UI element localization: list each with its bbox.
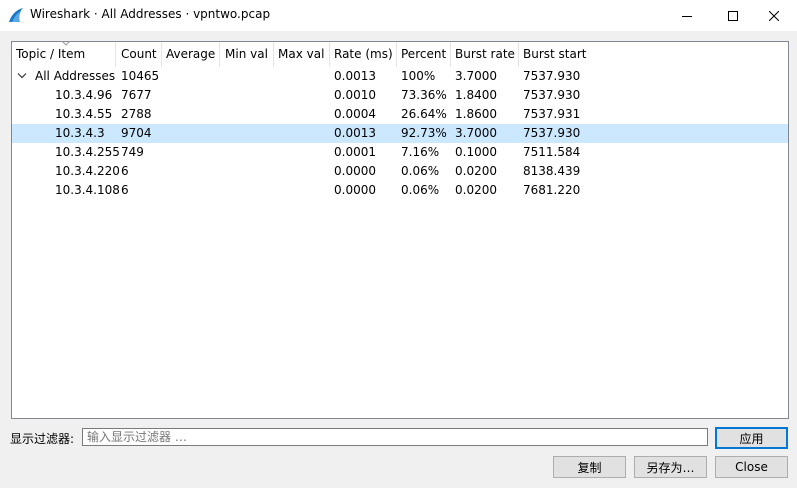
column-label: Topic / Item (16, 47, 86, 61)
cell-count: 6 (121, 183, 129, 197)
cell-min-val (221, 86, 225, 105)
statistics-tree[interactable]: Topic / Item Count Average Min val Max v… (11, 41, 789, 419)
display-filter-input[interactable] (82, 428, 708, 446)
cell-topic: 10.3.4.3 (55, 126, 105, 140)
cell-percent: 92.73% (401, 126, 447, 140)
cell-rate: 0.0013 (334, 69, 376, 83)
maximize-icon (728, 10, 738, 21)
cell-topic: 10.3.4.255 (55, 145, 120, 159)
display-filter-label: 显示过滤器: (10, 432, 75, 446)
cell-min-val (221, 162, 225, 181)
cell-average (162, 86, 166, 105)
cell-count: 9704 (121, 126, 152, 140)
cell-topic: All Addresses (35, 69, 116, 83)
cell-min-val (221, 143, 225, 162)
cell-topic: 10.3.4.55 (55, 107, 113, 121)
cell-max-val (274, 67, 278, 86)
cell-min-val (221, 181, 225, 200)
cell-burst-rate: 0.0200 (455, 183, 497, 197)
close-window-button[interactable] (751, 0, 797, 31)
column-header-topic[interactable]: Topic / Item (12, 41, 116, 67)
sort-caret-icon (62, 41, 70, 46)
cell-topic: 10.3.4.108 (55, 183, 120, 197)
cell-rate: 0.0000 (334, 164, 376, 178)
minimize-icon (682, 15, 692, 17)
cell-burst-start: 7537.930 (523, 69, 581, 83)
cell-max-val (274, 162, 278, 181)
chevron-down-icon[interactable] (17, 72, 27, 80)
cell-max-val (274, 143, 278, 162)
cell-max-val (274, 124, 278, 143)
cell-burst-start: 7681.220 (523, 183, 581, 197)
cell-burst-rate: 3.7000 (455, 69, 497, 83)
cell-burst-rate: 1.8400 (455, 88, 497, 102)
column-header-count[interactable]: Count (117, 42, 162, 67)
cell-rate: 0.0004 (334, 107, 376, 121)
cell-percent: 7.16% (401, 145, 440, 159)
cell-rate: 0.0000 (334, 183, 376, 197)
cell-percent: 26.64% (401, 107, 447, 121)
save-as-button[interactable]: 另存为… (634, 456, 707, 478)
cell-rate: 0.0010 (334, 88, 376, 102)
tree-row[interactable]: 10.3.4.255 749 0.0001 7.16% 0.1000 7511.… (12, 143, 788, 162)
tree-row[interactable]: 10.3.4.55 2788 0.0004 26.64% 1.8600 7537… (12, 105, 788, 124)
column-header-min-val[interactable]: Min val (221, 42, 274, 67)
cell-rate: 0.0001 (334, 145, 376, 159)
cell-average (162, 143, 166, 162)
cell-count: 749 (121, 145, 144, 159)
cell-min-val (221, 67, 225, 86)
cell-average (162, 67, 166, 86)
column-header-burst-rate[interactable]: Burst rate (451, 42, 519, 67)
tree-row[interactable]: 10.3.4.96 7677 0.0010 73.36% 1.8400 7537… (12, 86, 788, 105)
cell-topic: 10.3.4.220 (55, 164, 120, 178)
column-header-percent[interactable]: Percent (397, 42, 451, 67)
column-header-average[interactable]: Average (162, 42, 220, 67)
cell-burst-start: 7511.584 (523, 145, 581, 159)
cell-average (162, 181, 166, 200)
cell-burst-start: 7537.930 (523, 88, 581, 102)
cell-percent: 0.06% (401, 183, 440, 197)
maximize-button[interactable] (710, 0, 756, 31)
apply-filter-button[interactable]: 应用 (715, 427, 788, 449)
copy-button[interactable]: 复制 (553, 456, 626, 478)
cell-burst-rate: 0.1000 (455, 145, 497, 159)
cell-rate: 0.0013 (334, 126, 376, 140)
table-header: Topic / Item Count Average Min val Max v… (12, 41, 788, 67)
window-title: Wireshark · All Addresses · vpntwo.pcap (30, 7, 271, 21)
column-header-max-val[interactable]: Max val (274, 42, 330, 67)
cell-percent: 100% (401, 69, 436, 83)
cell-burst-rate: 1.8600 (455, 107, 497, 121)
cell-topic: 10.3.4.96 (55, 88, 113, 102)
cell-min-val (221, 105, 225, 124)
cell-burst-start: 8138.439 (523, 164, 581, 178)
wireshark-fin-icon (8, 7, 24, 23)
title-bar: Wireshark · All Addresses · vpntwo.pcap (0, 0, 797, 31)
column-header-rate[interactable]: Rate (ms) (330, 42, 397, 67)
cell-max-val (274, 181, 278, 200)
close-dialog-button[interactable]: Close (715, 456, 788, 478)
column-header-burst-start[interactable]: Burst start (519, 42, 788, 67)
cell-average (162, 124, 166, 143)
cell-max-val (274, 86, 278, 105)
cell-count: 2788 (121, 107, 152, 121)
cell-burst-rate: 0.0200 (455, 164, 497, 178)
cell-percent: 73.36% (401, 88, 447, 102)
cell-min-val (221, 124, 225, 143)
minimize-button[interactable] (664, 0, 710, 31)
tree-row[interactable]: 10.3.4.220 6 0.0000 0.06% 0.0200 8138.43… (12, 162, 788, 181)
cell-percent: 0.06% (401, 164, 440, 178)
tree-row[interactable]: 10.3.4.108 6 0.0000 0.06% 0.0200 7681.22… (12, 181, 788, 200)
cell-count: 6 (121, 164, 129, 178)
tree-row-all-addresses[interactable]: All Addresses 10465 0.0013 100% 3.7000 7… (12, 67, 788, 86)
cell-burst-start: 7537.930 (523, 126, 581, 140)
cell-burst-start: 7537.931 (523, 107, 581, 121)
cell-max-val (274, 105, 278, 124)
cell-count: 10465 (121, 69, 160, 83)
cell-count: 7677 (121, 88, 152, 102)
close-icon (769, 10, 779, 21)
cell-burst-rate: 3.7000 (455, 126, 497, 140)
cell-average (162, 105, 166, 124)
tree-row-selected[interactable]: 10.3.4.3 9704 0.0013 92.73% 3.7000 7537.… (12, 124, 788, 143)
cell-average (162, 162, 166, 181)
